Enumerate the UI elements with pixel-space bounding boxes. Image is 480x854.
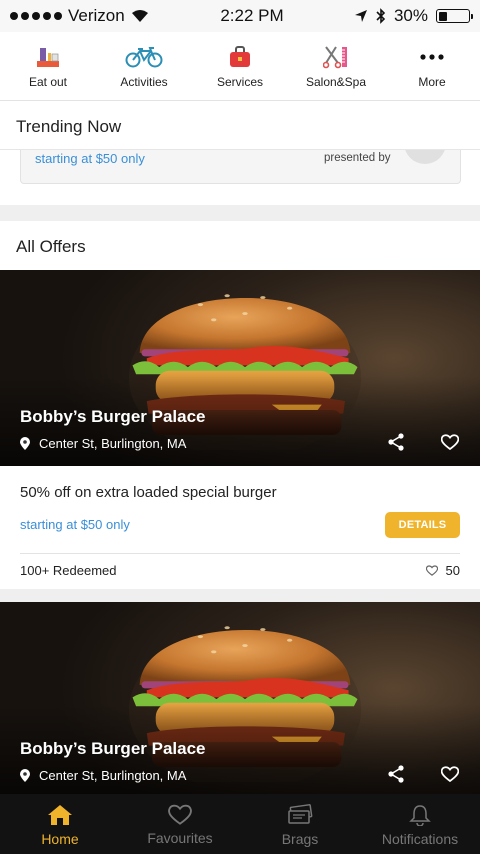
bottom-tab-bar: Home Favourites Brags Notifications [0, 794, 480, 854]
tab-brags[interactable]: Brags [240, 794, 360, 854]
battery-icon [436, 9, 473, 23]
salon-icon [323, 44, 349, 70]
favorite-icon[interactable] [441, 434, 459, 450]
category-label: Activities [120, 75, 168, 89]
heart-icon [168, 804, 192, 825]
location-pin-icon [20, 769, 30, 782]
divider [20, 553, 460, 554]
venue-location: Center St, Burlington, MA [20, 768, 186, 783]
tab-favourites[interactable]: Favourites [120, 794, 240, 854]
tab-label: Notifications [381, 831, 459, 847]
sponsor-logo [404, 150, 446, 164]
status-bar: Verizon 2:22 PM 30% [0, 0, 480, 32]
category-more[interactable]: More [384, 32, 480, 100]
offer-card: 50% off on extra loaded special burger s… [0, 466, 480, 589]
tab-label: Favourites [147, 830, 213, 846]
share-icon[interactable] [387, 765, 405, 783]
share-icon[interactable] [387, 433, 405, 451]
location-arrow-icon [354, 10, 367, 22]
location-text: Center St, Burlington, MA [39, 768, 187, 783]
location-pin-icon [20, 437, 30, 450]
category-label: Eat out [28, 75, 68, 89]
tickets-icon [288, 804, 313, 824]
presented-by-label: presented by [324, 152, 391, 164]
category-label: Salon&Spa [305, 75, 367, 89]
all-offers-header: All Offers [0, 221, 480, 270]
likes[interactable]: 50 [425, 563, 460, 578]
trending-title: Trending Now [16, 117, 122, 136]
eat-out-icon [35, 44, 61, 70]
offer-image[interactable]: Bobby’s Burger Palace Center St, Burling… [0, 602, 480, 794]
wifi-icon [131, 10, 148, 22]
offer-image[interactable]: Bobby’s Burger Palace Center St, Burling… [0, 270, 480, 466]
carrier-name: Verizon [68, 6, 125, 25]
tab-label: Home [41, 831, 79, 847]
battery-percent: 30% [393, 6, 428, 25]
category-services[interactable]: Services [192, 32, 288, 100]
home-icon [48, 805, 72, 825]
redeemed-count: 100+ Redeemed [20, 563, 117, 578]
category-eat-out[interactable]: Eat out [0, 32, 96, 100]
tab-notifications[interactable]: Notifications [360, 794, 480, 854]
venue-location: Center St, Burlington, MA [20, 436, 186, 451]
category-label: More [418, 75, 446, 89]
details-button[interactable]: DETAILS [385, 512, 460, 538]
bell-icon [409, 805, 431, 826]
signal-strength-icon [10, 12, 62, 20]
trending-price: starting at $50 only [35, 151, 145, 166]
category-label: Services [216, 75, 263, 89]
tab-label: Brags [281, 831, 319, 847]
bluetooth-icon [376, 8, 386, 24]
toolbox-icon [228, 44, 252, 70]
all-offers-title: All Offers [16, 237, 86, 256]
trending-card[interactable]: starting at $50 only presented by [20, 150, 461, 184]
more-icon [420, 44, 444, 70]
bicycle-icon [125, 44, 163, 70]
trending-section: Trending Now starting at $50 only presen… [0, 101, 480, 205]
offer-price: starting at $50 only [20, 517, 130, 532]
category-bar: Eat out Activities Services Salon&Spa Mo… [0, 32, 480, 101]
location-text: Center St, Burlington, MA [39, 436, 187, 451]
venue-name: Bobby’s Burger Palace [20, 407, 206, 426]
clock: 2:22 PM [220, 6, 284, 25]
venue-name: Bobby’s Burger Palace [20, 739, 206, 758]
tab-home[interactable]: Home [0, 794, 120, 854]
category-salon-spa[interactable]: Salon&Spa [288, 32, 384, 100]
category-activities[interactable]: Activities [96, 32, 192, 100]
favorite-icon[interactable] [441, 766, 459, 782]
heart-outline-icon [425, 565, 438, 576]
likes-count: 50 [445, 563, 460, 578]
offer-title[interactable]: 50% off on extra loaded special burger [20, 484, 277, 501]
